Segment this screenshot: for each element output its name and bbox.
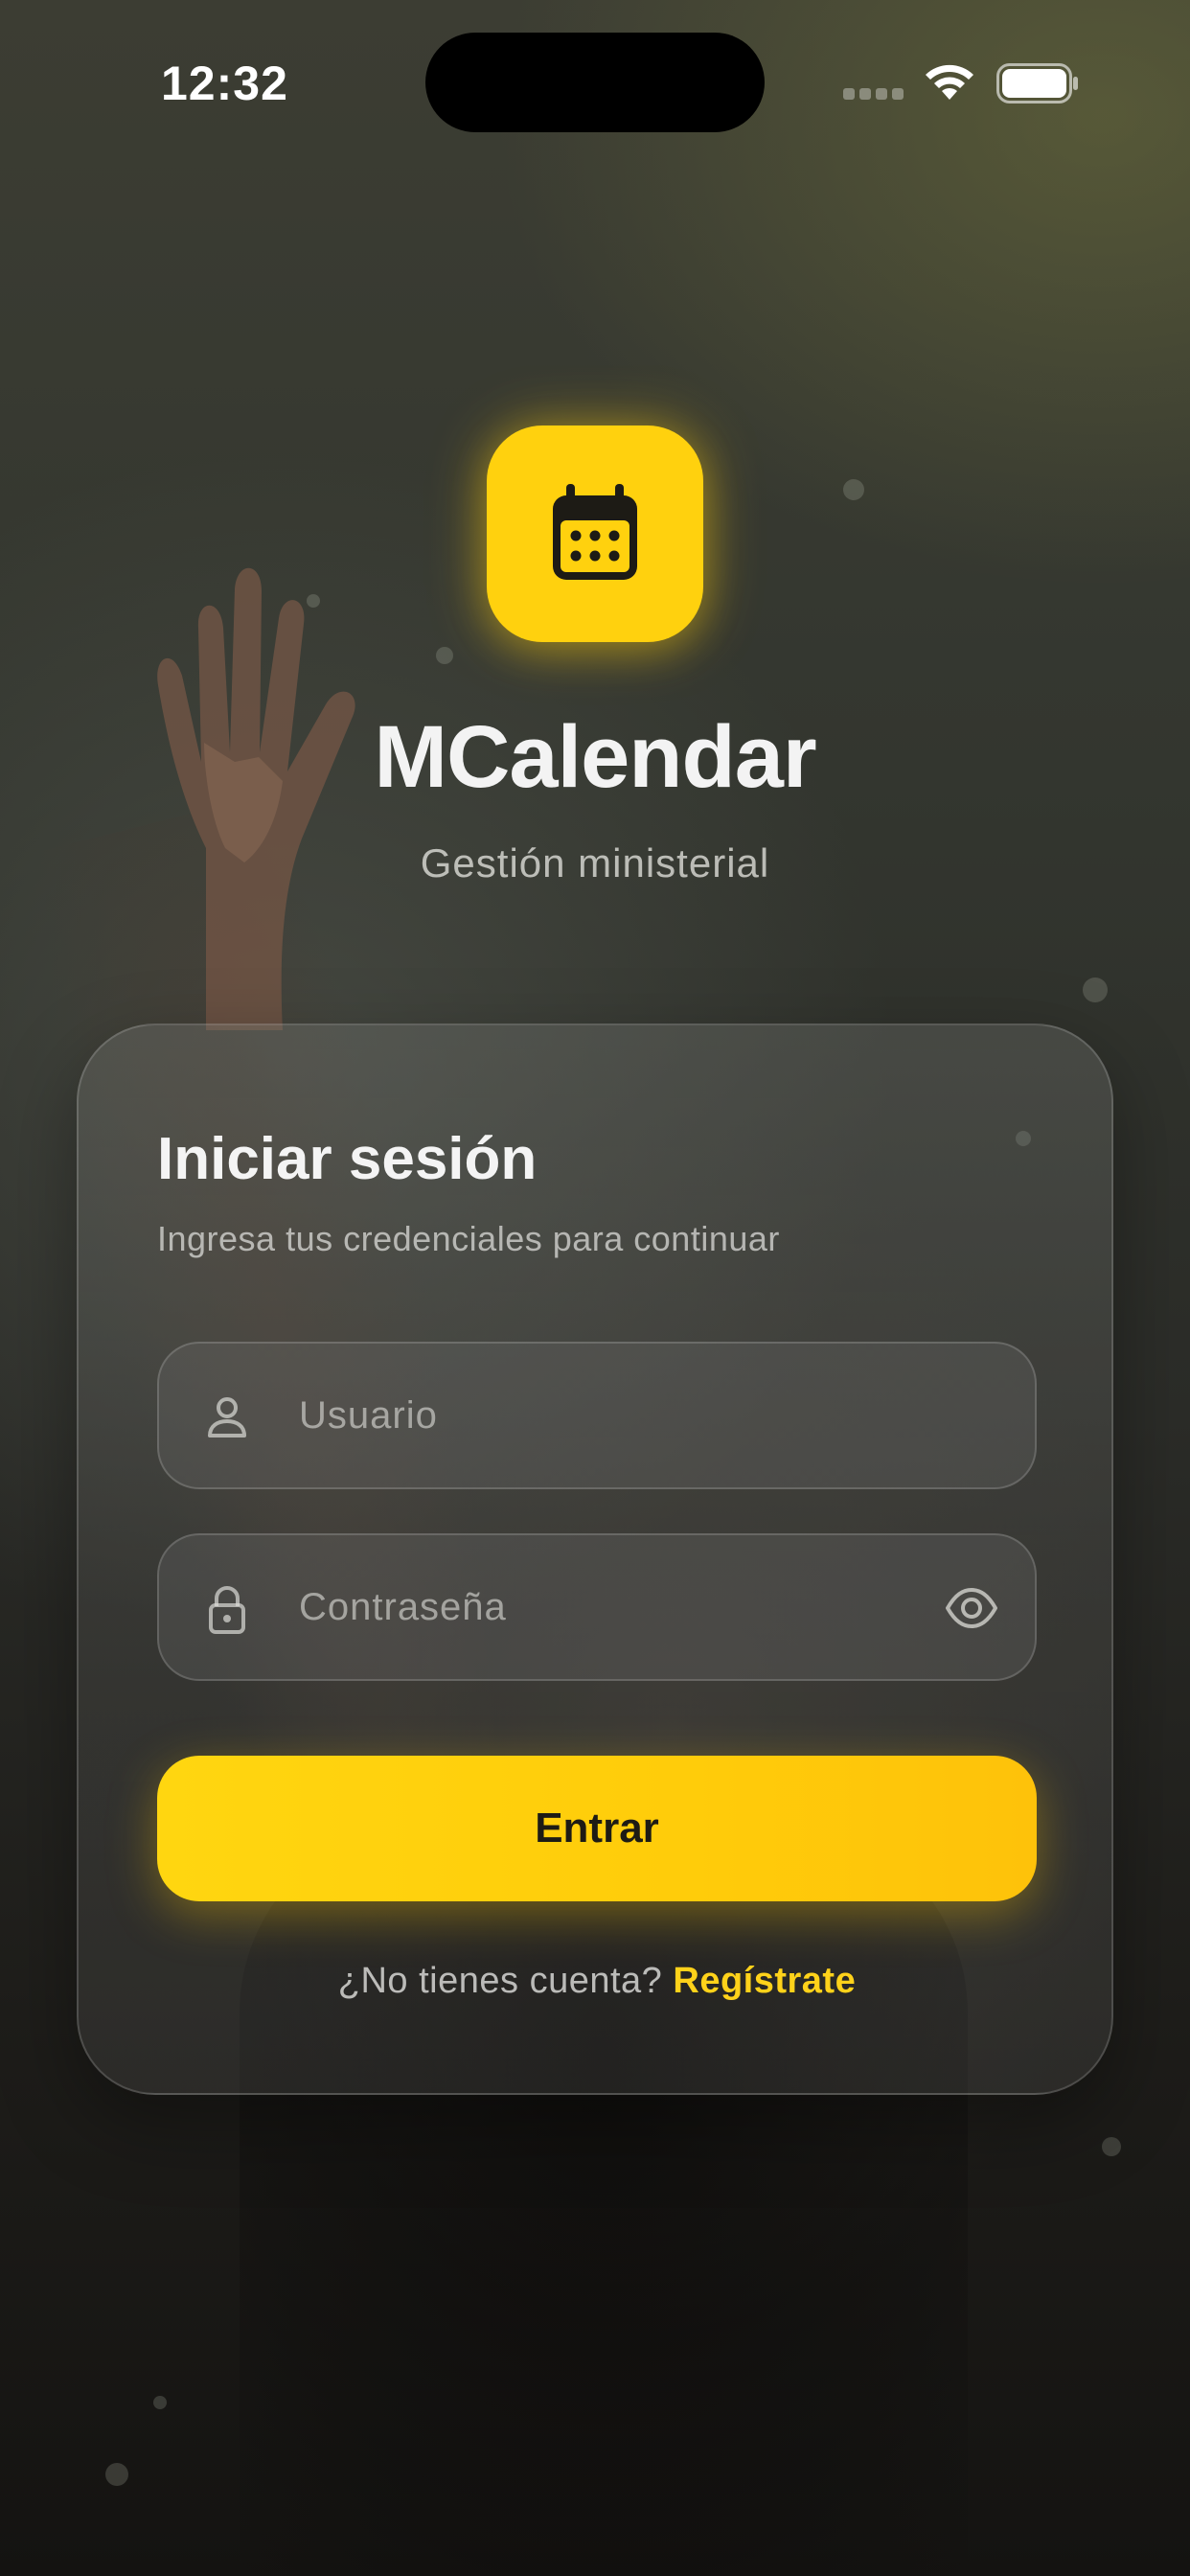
signup-link[interactable]: Regístrate: [673, 1961, 856, 2001]
signup-prompt-text: ¿No tienes cuenta?: [337, 1961, 663, 2001]
battery-icon: [996, 63, 1078, 104]
login-subtitle: Ingresa tus credenciales para continuar: [157, 1219, 780, 1258]
user-icon: [208, 1397, 246, 1438]
status-time: 12:32: [161, 57, 288, 110]
app-title: MCalendar: [374, 708, 816, 806]
login-card: Iniciar sesión Ingresa tus credenciales …: [77, 1024, 1113, 2095]
eye-icon[interactable]: [945, 1585, 998, 1631]
password-input[interactable]: [299, 1535, 950, 1679]
cellular-signal-icon: [843, 88, 904, 100]
login-button[interactable]: Entrar: [157, 1756, 1037, 1901]
calendar-icon: [553, 484, 637, 580]
app-logo: [487, 426, 703, 642]
username-input[interactable]: [299, 1344, 950, 1487]
app-subtitle: Gestión ministerial: [420, 840, 770, 886]
password-field[interactable]: [157, 1533, 1037, 1681]
username-field[interactable]: [157, 1342, 1037, 1489]
lock-icon: [209, 1586, 245, 1634]
login-title: Iniciar sesión: [157, 1126, 538, 1192]
dynamic-island: [425, 33, 765, 132]
wifi-icon: [926, 64, 973, 100]
status-bar: 12:32: [0, 0, 1190, 163]
signup-prompt: ¿No tienes cuenta? Regístrate: [79, 1961, 1115, 2002]
